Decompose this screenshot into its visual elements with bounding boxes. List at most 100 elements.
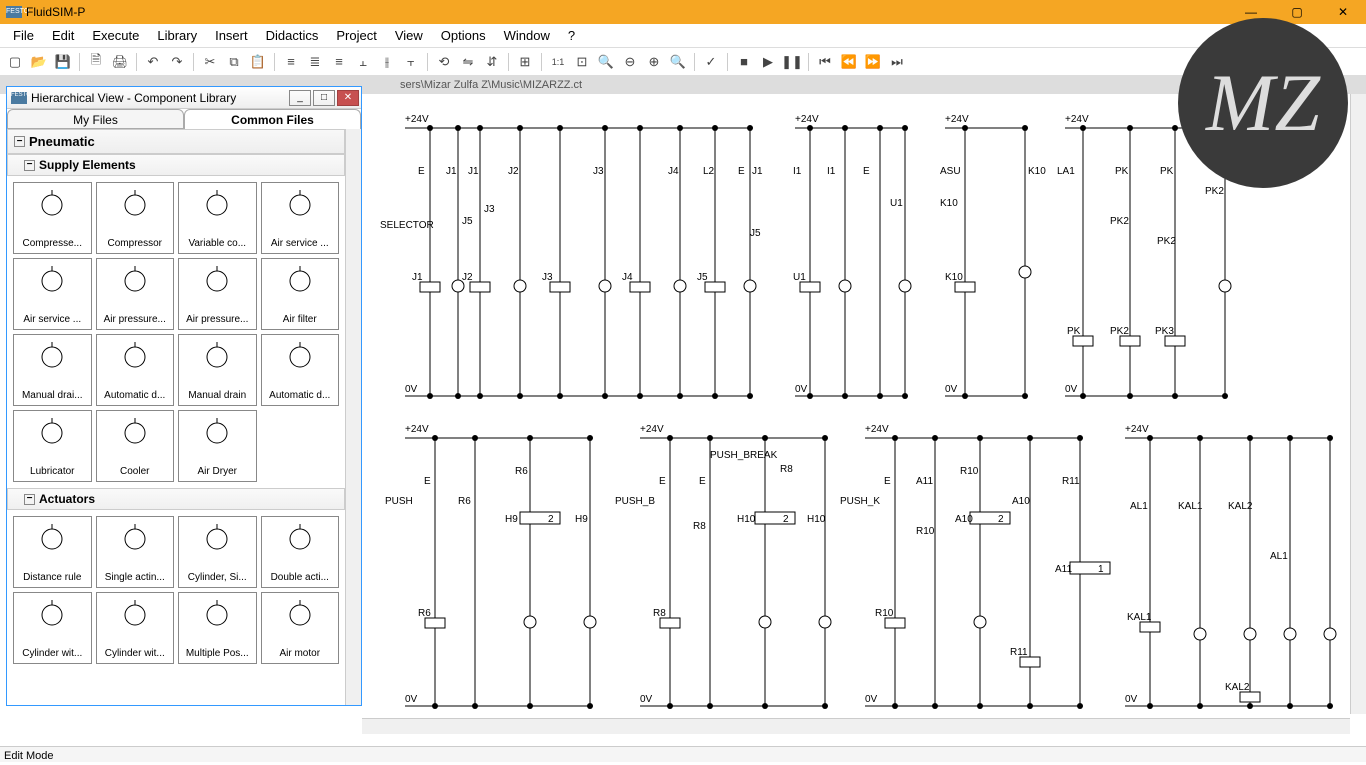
align-middle-icon[interactable]: ⫲ xyxy=(376,51,398,73)
component-item[interactable]: Automatic d... xyxy=(261,334,340,406)
svg-text:2: 2 xyxy=(783,514,789,525)
component-item[interactable]: Compresse... xyxy=(13,182,92,254)
category-pneumatic[interactable]: − Pneumatic xyxy=(7,129,345,154)
component-item[interactable]: Distance rule xyxy=(13,516,92,588)
menu-file[interactable]: File xyxy=(4,28,43,43)
menu-help[interactable]: ? xyxy=(559,28,584,43)
pause-icon[interactable]: ❚❚ xyxy=(781,51,803,73)
zoom-out-icon[interactable]: ⊖ xyxy=(619,51,641,73)
cut-icon[interactable]: ✂ xyxy=(199,51,221,73)
lib-minimize-button[interactable]: _ xyxy=(289,90,311,106)
component-item[interactable]: Air pressure... xyxy=(96,258,175,330)
grid-icon[interactable]: ⊞ xyxy=(514,51,536,73)
open-icon[interactable]: 📂 xyxy=(28,51,50,73)
undo-icon[interactable]: ↶ xyxy=(142,51,164,73)
component-label: Automatic d... xyxy=(264,390,337,401)
library-scrollbar[interactable] xyxy=(345,129,361,705)
component-item[interactable]: Air filter xyxy=(261,258,340,330)
tab-my-files[interactable]: My Files xyxy=(7,109,184,129)
svg-text:J4: J4 xyxy=(668,166,679,177)
component-item[interactable]: Cylinder, Si... xyxy=(178,516,257,588)
component-label: Multiple Pos... xyxy=(181,648,254,659)
rotate-icon[interactable]: ⟲ xyxy=(433,51,455,73)
print-preview-icon[interactable]: 🗎 xyxy=(85,51,107,73)
align-left-icon[interactable]: ≡ xyxy=(280,51,302,73)
lib-close-button[interactable]: ✕ xyxy=(337,90,359,106)
component-item[interactable]: Automatic d... xyxy=(96,334,175,406)
zoom-prev-icon[interactable]: 🔍 xyxy=(667,51,689,73)
skip-end-icon[interactable]: ⏭ xyxy=(886,51,908,73)
align-top-icon[interactable]: ⫠ xyxy=(352,51,374,73)
component-symbol-icon xyxy=(110,521,160,557)
component-item[interactable]: Air Dryer xyxy=(178,410,257,482)
svg-text:PK2: PK2 xyxy=(1205,186,1224,197)
menu-options[interactable]: Options xyxy=(432,28,495,43)
category-supply-elements[interactable]: − Supply Elements xyxy=(7,154,345,176)
step-back-icon[interactable]: ⏪ xyxy=(838,51,860,73)
step-fwd-icon[interactable]: ⏩ xyxy=(862,51,884,73)
svg-text:KAL1: KAL1 xyxy=(1178,501,1203,512)
component-label: Air pressure... xyxy=(99,314,172,325)
component-item[interactable]: Cooler xyxy=(96,410,175,482)
menu-insert[interactable]: Insert xyxy=(206,28,257,43)
align-center-icon[interactable]: ≣ xyxy=(304,51,326,73)
menu-edit[interactable]: Edit xyxy=(43,28,83,43)
menu-window[interactable]: Window xyxy=(495,28,559,43)
collapse-icon[interactable]: − xyxy=(14,136,25,147)
component-item[interactable]: Air pressure... xyxy=(178,258,257,330)
component-item[interactable]: Compressor xyxy=(96,182,175,254)
svg-text:KAL2: KAL2 xyxy=(1228,501,1253,512)
component-item[interactable]: Manual drain xyxy=(178,334,257,406)
component-item[interactable]: Air motor xyxy=(261,592,340,664)
align-right-icon[interactable]: ≡ xyxy=(328,51,350,73)
component-label: Air service ... xyxy=(16,314,89,325)
component-item[interactable]: Single actin... xyxy=(96,516,175,588)
category-actuators[interactable]: − Actuators xyxy=(7,488,345,510)
menu-project[interactable]: Project xyxy=(327,28,385,43)
stop-icon[interactable]: ■ xyxy=(733,51,755,73)
menu-didactics[interactable]: Didactics xyxy=(257,28,328,43)
menu-execute[interactable]: Execute xyxy=(83,28,148,43)
skip-start-icon[interactable]: ⏮ xyxy=(814,51,836,73)
zoom-area-icon[interactable]: 🔍 xyxy=(595,51,617,73)
component-item[interactable]: Multiple Pos... xyxy=(178,592,257,664)
component-item[interactable]: Cylinder wit... xyxy=(96,592,175,664)
svg-text:AL1: AL1 xyxy=(1130,501,1148,512)
lib-maximize-button[interactable]: □ xyxy=(313,90,335,106)
component-item[interactable]: Variable co... xyxy=(178,182,257,254)
print-icon[interactable]: 🖨 xyxy=(109,51,131,73)
new-icon[interactable]: ▢ xyxy=(4,51,26,73)
align-bottom-icon[interactable]: ⫟ xyxy=(400,51,422,73)
mirror-v-icon[interactable]: ⇵ xyxy=(481,51,503,73)
mirror-h-icon[interactable]: ⇋ xyxy=(457,51,479,73)
component-item[interactable]: Air service ... xyxy=(13,258,92,330)
svg-text:+24V: +24V xyxy=(1065,114,1089,125)
zoom-in-icon[interactable]: ⊕ xyxy=(643,51,665,73)
circuit-canvas[interactable]: +24V 0V EJ1J1J1J2J2J3J3J4J4L2J5EJ5J3J5J1… xyxy=(380,94,1356,714)
save-icon[interactable]: 💾 xyxy=(52,51,74,73)
play-icon[interactable]: ▶ xyxy=(757,51,779,73)
menu-view[interactable]: View xyxy=(386,28,432,43)
check-icon[interactable]: ✓ xyxy=(700,51,722,73)
svg-text:+24V: +24V xyxy=(795,114,819,125)
menu-library[interactable]: Library xyxy=(148,28,206,43)
zoom-11-icon[interactable]: 1:1 xyxy=(547,51,569,73)
component-symbol-icon xyxy=(192,263,242,299)
close-button[interactable]: ✕ xyxy=(1320,0,1366,24)
component-item[interactable]: Manual drai... xyxy=(13,334,92,406)
component-item[interactable]: Double acti... xyxy=(261,516,340,588)
canvas-scrollbar-horizontal[interactable] xyxy=(362,718,1350,734)
zoom-fit-icon[interactable]: ⊡ xyxy=(571,51,593,73)
collapse-icon[interactable]: − xyxy=(24,160,35,171)
component-item[interactable]: Cylinder wit... xyxy=(13,592,92,664)
copy-icon[interactable]: ⧉ xyxy=(223,51,245,73)
component-item[interactable]: Lubricator xyxy=(13,410,92,482)
paste-icon[interactable]: 📋 xyxy=(247,51,269,73)
component-item[interactable]: Air service ... xyxy=(261,182,340,254)
svg-text:L2: L2 xyxy=(703,166,715,177)
collapse-icon[interactable]: − xyxy=(24,494,35,505)
canvas-scrollbar-vertical[interactable] xyxy=(1350,94,1366,714)
tab-common-files[interactable]: Common Files xyxy=(184,109,361,129)
redo-icon[interactable]: ↷ xyxy=(166,51,188,73)
svg-text:J4: J4 xyxy=(622,272,633,283)
